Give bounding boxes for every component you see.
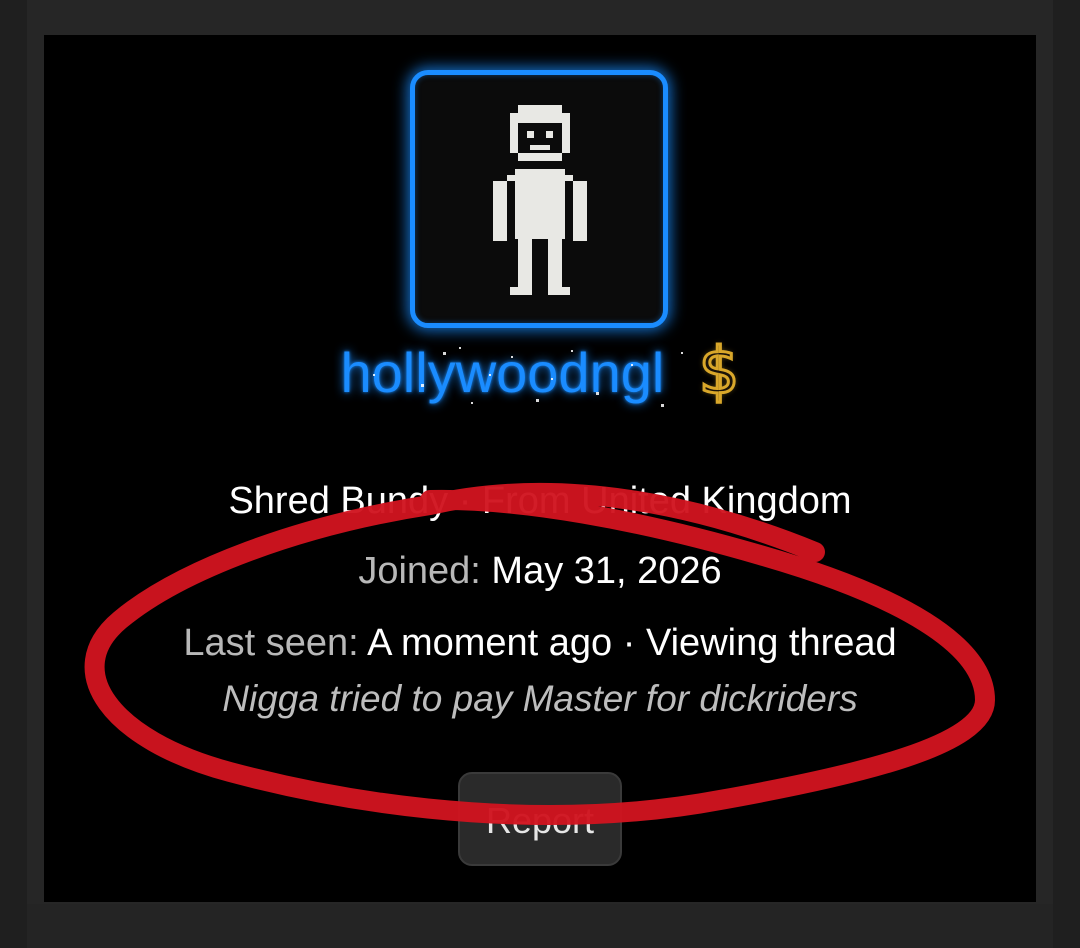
last-seen-info: Last seen: A moment ago · Viewing thread xyxy=(0,622,1080,665)
status-message: Nigga tried to pay Master for dickriders xyxy=(222,678,858,719)
last-seen-value: A moment ago · Viewing thread xyxy=(367,622,897,664)
username-row: hollywoodngl $ xyxy=(0,334,1080,411)
joined-date: May 31, 2026 xyxy=(491,550,722,592)
avatar[interactable] xyxy=(410,70,668,328)
joined-info: Joined: May 31, 2026 xyxy=(0,550,1080,593)
dollar-icon: $ xyxy=(697,334,741,411)
next-section xyxy=(27,904,1053,948)
user-title: Shred Bundy · From United Kingdom xyxy=(228,480,852,522)
username[interactable]: hollywoodngl xyxy=(341,340,683,407)
report-button[interactable]: Report xyxy=(458,772,622,866)
last-seen-label: Last seen: xyxy=(183,622,359,664)
pixel-person-icon xyxy=(493,105,587,295)
joined-label: Joined: xyxy=(358,550,481,592)
